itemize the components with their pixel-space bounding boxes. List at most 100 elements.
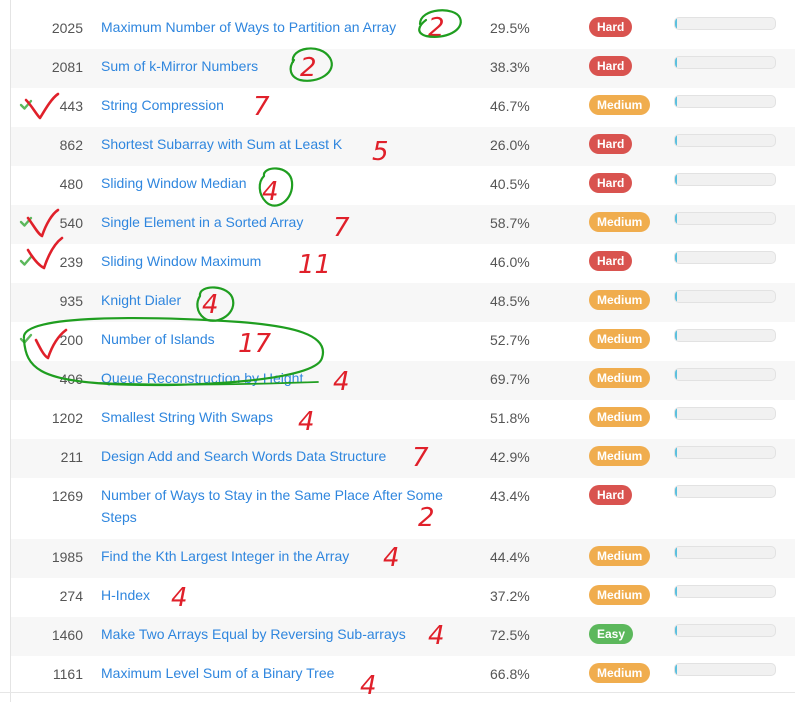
solved-check-icon: [19, 99, 33, 110]
solved-check-icon: [19, 333, 33, 344]
problem-title-link[interactable]: Queue Reconstruction by Height: [101, 367, 481, 389]
frequency-bar-fill: [675, 135, 677, 146]
frequency-bar-fill: [675, 547, 677, 558]
problem-title-link[interactable]: H-Index: [101, 584, 481, 606]
problem-title-link[interactable]: Find the Kth Largest Integer in the Arra…: [101, 545, 481, 567]
problem-id: 1161: [52, 666, 83, 682]
difficulty-badge: Medium: [589, 407, 651, 427]
frequency-bar-fill: [675, 369, 677, 380]
frequency-bar: [674, 212, 776, 225]
acceptance-rate: 37.2%: [490, 588, 530, 604]
acceptance-rate: 52.7%: [490, 332, 530, 348]
acceptance-rate: 72.5%: [490, 627, 530, 643]
problem-table: 2025 Maximum Number of Ways to Partition …: [11, 10, 795, 695]
solved-check-icon: [19, 216, 33, 227]
frequency-bar-fill: [675, 291, 677, 302]
frequency-bar: [674, 585, 776, 598]
table-row: 274 H-Index 37.2% Medium: [11, 578, 795, 617]
problem-id: 540: [59, 215, 83, 231]
problem-id: 1985: [51, 549, 83, 565]
problem-title-link[interactable]: Smallest String With Swaps: [101, 406, 481, 428]
problem-id: 935: [59, 293, 83, 309]
problem-id: 1202: [51, 410, 83, 426]
table-row: 862 Shortest Subarray with Sum at Least K…: [11, 127, 795, 166]
problem-title-link[interactable]: Make Two Arrays Equal by Reversing Sub-a…: [101, 623, 481, 645]
problem-id: 2025: [51, 20, 83, 36]
frequency-bar: [674, 95, 776, 108]
frequency-bar-fill: [675, 174, 677, 185]
difficulty-badge: Hard: [589, 485, 633, 505]
problem-title-link[interactable]: Knight Dialer: [101, 289, 481, 311]
difficulty-badge: Medium: [589, 329, 651, 349]
frequency-bar-fill: [675, 586, 677, 597]
problem-id: 274: [59, 588, 83, 604]
difficulty-badge: Medium: [589, 290, 651, 310]
frequency-bar: [674, 407, 776, 420]
frequency-bar: [674, 485, 776, 498]
row-divider: [0, 692, 795, 693]
problem-title-link[interactable]: Number of Ways to Stay in the Same Place…: [101, 484, 481, 528]
problem-title-link[interactable]: Design Add and Search Words Data Structu…: [101, 445, 481, 467]
difficulty-badge: Medium: [589, 368, 651, 388]
problem-title-link[interactable]: Number of Islands: [101, 328, 481, 350]
problem-id: 406: [59, 371, 83, 387]
problem-title-link[interactable]: String Compression: [101, 94, 481, 116]
frequency-bar: [674, 446, 776, 459]
table-row: 2081 Sum of k-Mirror Numbers 38.3% Hard: [11, 49, 795, 88]
problem-id: 862: [59, 137, 83, 153]
acceptance-rate: 66.8%: [490, 666, 530, 682]
acceptance-rate: 38.3%: [490, 59, 530, 75]
table-row: 1161 Maximum Level Sum of a Binary Tree 66…: [11, 656, 795, 695]
table-row: 200 Number of Islands 52.7% Medium: [11, 322, 795, 361]
frequency-bar: [674, 329, 776, 342]
difficulty-badge: Medium: [589, 663, 651, 683]
problem-title-link[interactable]: Sliding Window Maximum: [101, 250, 481, 272]
frequency-bar-fill: [675, 664, 677, 675]
problem-id: 443: [59, 98, 83, 114]
table-row: 443 String Compression 46.7% Medium: [11, 88, 795, 127]
problem-title-link[interactable]: Sliding Window Median: [101, 172, 481, 194]
acceptance-rate: 43.4%: [490, 488, 530, 504]
problem-title-link[interactable]: Maximum Number of Ways to Partition an A…: [101, 16, 481, 38]
acceptance-rate: 26.0%: [490, 137, 530, 153]
problem-title-link[interactable]: Maximum Level Sum of a Binary Tree: [101, 662, 481, 684]
difficulty-badge: Easy: [589, 624, 634, 644]
table-row: 406 Queue Reconstruction by Height 69.7% Me…: [11, 361, 795, 400]
problem-id: 200: [59, 332, 83, 348]
problem-id: 1460: [51, 627, 83, 643]
frequency-bar-fill: [675, 330, 677, 341]
frequency-bar: [674, 251, 776, 264]
difficulty-badge: Medium: [589, 446, 651, 466]
frequency-bar: [674, 546, 776, 559]
frequency-bar: [674, 56, 776, 69]
frequency-bar: [674, 663, 776, 676]
table-row: 211 Design Add and Search Words Data Stru…: [11, 439, 795, 478]
difficulty-badge: Hard: [589, 17, 633, 37]
acceptance-rate: 48.5%: [490, 293, 530, 309]
difficulty-badge: Medium: [589, 212, 651, 232]
difficulty-badge: Medium: [589, 95, 651, 115]
difficulty-badge: Medium: [589, 585, 651, 605]
frequency-bar: [674, 173, 776, 186]
table-row: 1985 Find the Kth Largest Integer in the …: [11, 539, 795, 578]
acceptance-rate: 69.7%: [490, 371, 530, 387]
problem-title-link[interactable]: Shortest Subarray with Sum at Least K: [101, 133, 481, 155]
frequency-bar-fill: [675, 252, 677, 263]
difficulty-badge: Hard: [589, 56, 633, 76]
acceptance-rate: 58.7%: [490, 215, 530, 231]
frequency-bar: [674, 134, 776, 147]
acceptance-rate: 46.0%: [490, 254, 530, 270]
frequency-bar-fill: [675, 447, 677, 458]
acceptance-rate: 51.8%: [490, 410, 530, 426]
difficulty-badge: Hard: [589, 134, 633, 154]
difficulty-badge: Hard: [589, 251, 633, 271]
table-row: 1202 Smallest String With Swaps 51.8% Mediu…: [11, 400, 795, 439]
frequency-bar-fill: [675, 625, 677, 636]
acceptance-rate: 44.4%: [490, 549, 530, 565]
problem-id: 480: [59, 176, 83, 192]
problem-title-link[interactable]: Single Element in a Sorted Array: [101, 211, 481, 233]
frequency-bar-fill: [675, 96, 677, 107]
acceptance-rate: 40.5%: [490, 176, 530, 192]
problem-title-link[interactable]: Sum of k-Mirror Numbers: [101, 55, 481, 77]
frequency-bar: [674, 17, 776, 30]
